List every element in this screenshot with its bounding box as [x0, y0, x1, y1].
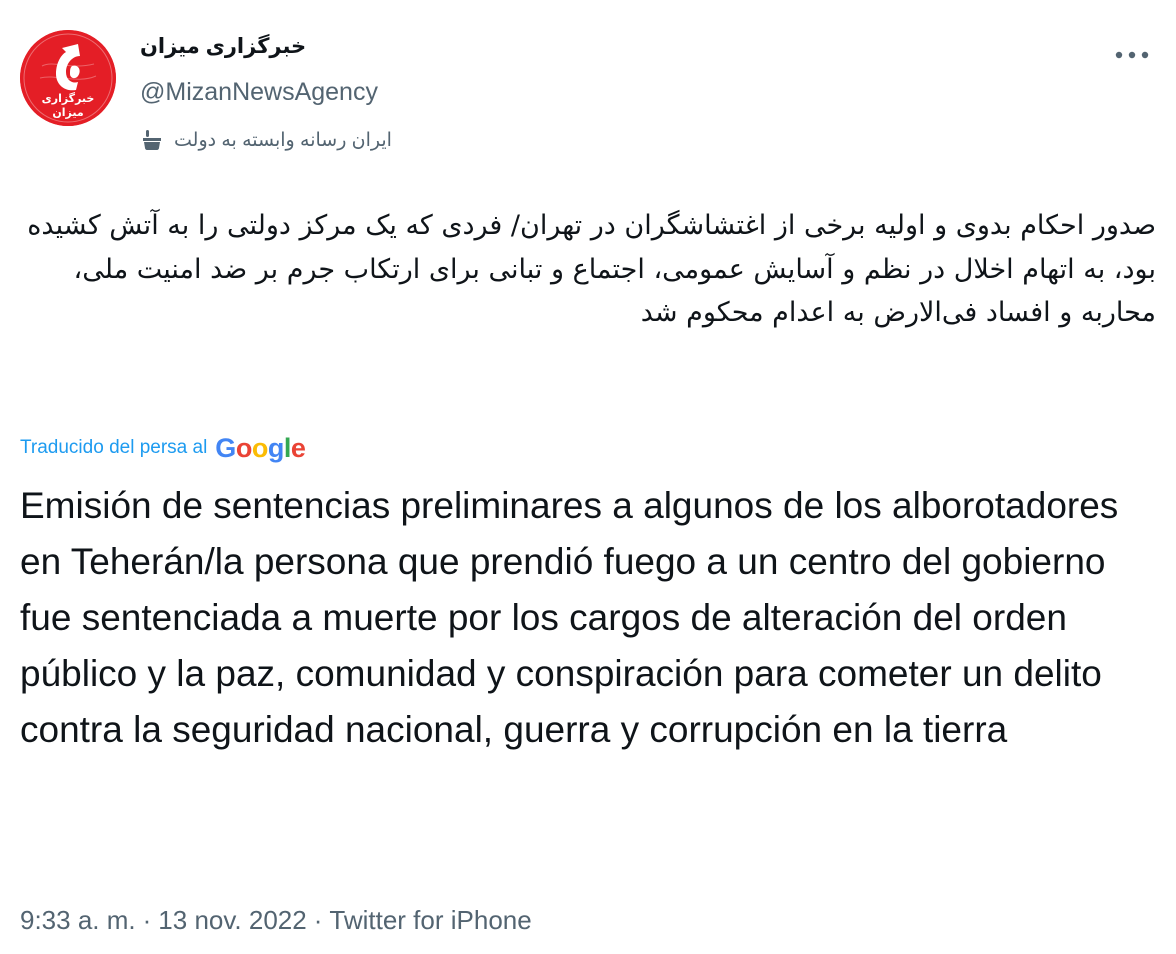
google-logo-letter: g [267, 432, 285, 463]
translation-attribution[interactable]: Traducido del persa al Google [20, 430, 306, 466]
tweet-source[interactable]: Twitter for iPhone [329, 905, 531, 936]
google-logo-letter: o [251, 432, 269, 463]
google-logo-letter: e [290, 432, 306, 463]
author-handle[interactable]: @MizanNewsAgency [140, 78, 378, 107]
google-logo-letter: l [283, 432, 292, 463]
more-options-icon [1115, 51, 1149, 59]
google-logo-letter: G [215, 432, 236, 463]
translated-by-label: Traducido del persa al [20, 437, 208, 458]
tweet-meta: 9:33 a. m. · 13 nov. 2022 · Twitter for … [20, 900, 532, 940]
meta-separator: · [142, 904, 152, 935]
avatar-text-line1: خبرگزاری [42, 92, 95, 105]
state-affiliation-label[interactable]: ایران رسانه وابسته به دولت [140, 124, 392, 156]
tweet-date[interactable]: 13 nov. 2022 [158, 905, 306, 936]
meta-separator: · [313, 904, 323, 935]
avatar[interactable]: خبرگزاری میزان [20, 30, 116, 126]
tweet-timestamp[interactable]: 9:33 a. m. [20, 905, 136, 936]
avatar-text-line2: میزان [52, 106, 83, 119]
google-logo-letter: o [235, 432, 253, 463]
mizan-logo-icon: خبرگزاری میزان [20, 30, 116, 126]
more-options-button[interactable] [1112, 40, 1152, 70]
state-media-podium-icon [140, 128, 164, 152]
tweet-original-text: صدور احکام بدوی و اولیه برخی از اغتشاشگر… [27, 210, 1156, 328]
tweet-card: خبرگزاری میزان خبرگزاری میزان @MizanNews… [0, 0, 1176, 954]
author-name[interactable]: خبرگزاری میزان [140, 34, 306, 59]
tweet-translated-text: Emisión de sentencias preliminares a alg… [20, 485, 1119, 750]
affiliation-text: ایران رسانه وابسته به دولت [174, 129, 392, 151]
google-logo: Google [215, 432, 306, 464]
